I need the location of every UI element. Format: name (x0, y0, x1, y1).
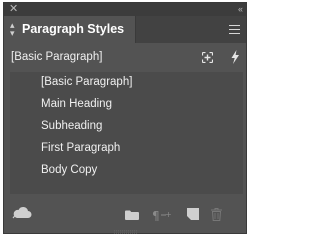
list-item[interactable]: Subheading (10, 116, 243, 138)
list-item[interactable]: Body Copy (10, 160, 243, 182)
clear-overrides-icon[interactable]: ¶ + (152, 209, 174, 221)
lightning-override-icon[interactable] (230, 50, 240, 64)
panel-menu-icon[interactable] (229, 25, 240, 34)
style-label: Subheading (41, 120, 103, 132)
new-style-icon[interactable] (187, 208, 199, 220)
list-item[interactable]: Main Heading (10, 94, 243, 116)
panel-tab-bar: ▴ ▾ Paragraph Styles (4, 16, 246, 43)
style-label: First Paragraph (41, 142, 121, 154)
panel-title-bar[interactable]: ✕ ‹‹ (4, 3, 246, 16)
list-item[interactable]: First Paragraph (10, 138, 243, 160)
current-style-row: [Basic Paragraph] (4, 45, 246, 71)
paragraph-styles-panel: ✕ ‹‹ ▴ ▾ Paragraph Styles [Basic Paragrap… (3, 2, 247, 234)
panel-title: Paragraph Styles (22, 22, 125, 36)
style-label: [Basic Paragraph] (41, 76, 133, 88)
styles-list: [Basic Paragraph] Main Heading Subheadin… (10, 72, 243, 194)
panel-bottom-toolbar: ¶ + (4, 199, 246, 233)
list-item[interactable]: [Basic Paragraph] (10, 72, 243, 94)
cc-libraries-icon[interactable] (12, 206, 32, 219)
new-group-folder-icon[interactable] (125, 210, 139, 220)
svg-text:¶: ¶ (152, 209, 160, 221)
style-label: Body Copy (41, 164, 98, 176)
close-icon[interactable]: ✕ (9, 3, 18, 16)
svg-text:+: + (165, 210, 172, 219)
delete-icon[interactable] (211, 208, 222, 221)
style-label: Main Heading (41, 98, 112, 110)
create-style-from-selection-icon[interactable] (202, 52, 213, 63)
tab-paragraph-styles[interactable]: ▴ ▾ Paragraph Styles (4, 16, 136, 43)
expand-collapse-icon[interactable]: ▴ ▾ (10, 21, 15, 38)
collapse-panel-icon[interactable]: ‹‹ (238, 3, 243, 16)
resize-grip-icon[interactable] (114, 230, 138, 234)
current-style-label: [Basic Paragraph] (11, 51, 103, 63)
